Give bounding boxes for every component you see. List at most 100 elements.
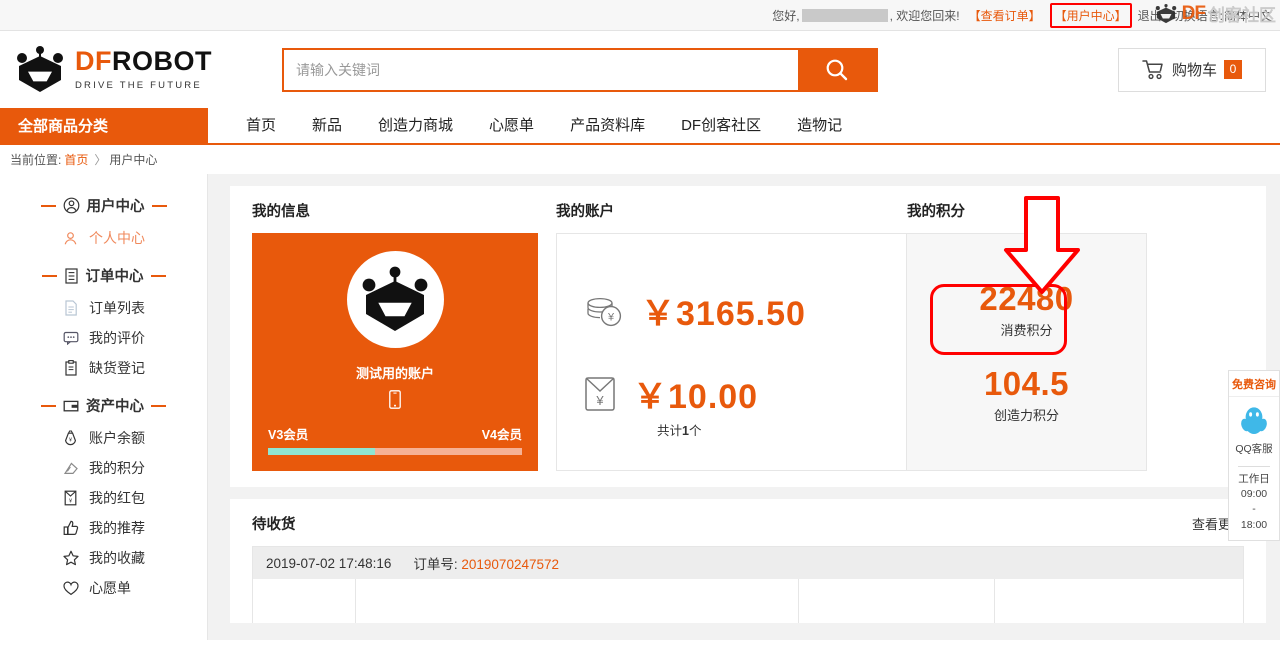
orders-table: 2019-07-02 17:48:16 订单号: 2019070247572 — [252, 546, 1244, 623]
username-text: 测试用的账户 — [355, 366, 434, 381]
sidebar-group-title: 订单中心 — [85, 269, 144, 285]
sidebar-group-order-center-header: 订单中心 — [0, 256, 207, 293]
balance-value: ￥3165.50 — [641, 295, 806, 333]
cart-count-badge: 0 — [1224, 60, 1242, 79]
order-number-value[interactable]: 2019070247572 — [461, 557, 559, 572]
sidebar-item-my-reviews[interactable]: 我的评价 — [0, 323, 207, 353]
wallet-icon — [63, 399, 79, 413]
sidebar-item-my-referrals[interactable]: 我的推荐 — [0, 513, 207, 543]
view-orders-link[interactable]: 【查看订单】 — [969, 7, 1041, 24]
site-header: DFROBOT DRIVE THE FUTURE 请输入关键词 购物车 0 — [0, 31, 1280, 108]
my-points-column: 我的积分 22480 消费积分 104.5 创造力积分 — [907, 200, 1147, 471]
shopping-cart-icon — [1142, 60, 1163, 80]
nav-item-community[interactable]: DF创客社区 — [663, 108, 779, 143]
pending-orders-title: 待收货 — [252, 517, 296, 533]
table-row: 2019-07-02 17:48:16 订单号: 2019070247572 — [253, 547, 1243, 579]
breadcrumb-home-link[interactable]: 首页 — [64, 151, 88, 168]
sidebar-group-user-center-header: 用户中心 — [0, 186, 207, 223]
language-switch-value[interactable]: 简体中文 — [1224, 7, 1272, 24]
consume-points-value: 22480 — [979, 280, 1074, 317]
logo-df-text: DF — [75, 46, 112, 76]
nav-item-new[interactable]: 新品 — [294, 108, 360, 143]
cart-area: 购物车 0 — [1118, 47, 1266, 92]
user-circle-icon — [63, 197, 80, 214]
avatar[interactable] — [346, 251, 444, 348]
greeting-text: 您好, — [772, 8, 800, 23]
nav-item-makerlog[interactable]: 造物记 — [779, 108, 860, 143]
top-utility-bar: 您好, , 欢迎您回来! 【查看订单】 【用户中心】 退出 切换语言: 简体中文… — [0, 0, 1280, 31]
star-icon — [62, 550, 79, 566]
logo-wordmark: DFROBOT DRIVE THE FUTURE — [75, 46, 212, 92]
page-body: 用户中心 个人中心 订单中心 订单列表 我的评价 缺货登记 资产中心 ¥ 账户余… — [0, 174, 1280, 640]
welcome-text: , 欢迎您回来! — [889, 8, 960, 23]
search-bar — [282, 47, 878, 92]
my-info-column: 我的信息 测试用的账户 V3会员 V4会员 — [252, 200, 538, 471]
sidebar-item-my-points[interactable]: 我的积分 — [0, 453, 207, 483]
cart-button[interactable]: 购物车 0 — [1118, 47, 1266, 92]
logo-tagline: DRIVE THE FUTURE — [75, 80, 202, 91]
dash-right — [151, 404, 166, 407]
breadcrumb-separator: 〉 — [94, 153, 107, 167]
sidebar-item-my-red-packet[interactable]: ¥ 我的红包 — [0, 483, 207, 513]
coupon-count-text: 共计1个 — [657, 424, 702, 438]
person-icon — [62, 231, 79, 246]
heart-icon — [62, 581, 79, 596]
qq-penguin-icon — [1241, 407, 1267, 434]
sidebar-item-label: 缺货登记 — [89, 360, 145, 376]
current-level-label: V3会员 — [268, 428, 309, 442]
coupon-row: ¥ ￥10.00 共计1个 — [583, 369, 906, 438]
next-level-label: V4会员 — [481, 428, 522, 442]
sidebar-item-wishlist[interactable]: 心愿单 — [0, 573, 207, 603]
consume-points-item: 22480 消费积分 — [979, 280, 1073, 339]
search-input[interactable] — [284, 49, 798, 90]
sidebar-group-title: 资产中心 — [86, 399, 144, 415]
user-center-link[interactable]: 【用户中心】 — [1049, 2, 1132, 28]
order-number-label: 订单号: — [413, 557, 458, 572]
sidebar-item-label: 我的红包 — [89, 490, 145, 506]
my-points-card: 22480 消费积分 104.5 创造力积分 — [907, 233, 1147, 471]
sidebar-item-order-list[interactable]: 订单列表 — [0, 293, 207, 323]
svg-text:¥: ¥ — [607, 311, 615, 323]
sidebar-group-asset-center: 资产中心 ¥ 账户余额 我的积分 ¥ 我的红包 我的推荐 我的收藏 心愿单 — [0, 386, 207, 603]
membership-levels: V3会员 V4会员 — [268, 424, 522, 443]
dash-left — [41, 274, 57, 277]
qq-service-button[interactable]: QQ客服 — [1229, 397, 1279, 466]
sidebar-item-label: 个人中心 — [89, 230, 145, 246]
all-categories-button[interactable]: 全部商品分类 — [0, 108, 208, 143]
coupon-value: ￥10.00 — [633, 378, 759, 416]
search-icon — [826, 59, 848, 80]
logout-link[interactable]: 退出 — [1138, 7, 1162, 24]
nav-item-wishlist[interactable]: 心愿单 — [471, 108, 552, 143]
sidebar-item-my-favorites[interactable]: 我的收藏 — [0, 543, 207, 573]
sidebar-item-account-balance[interactable]: ¥ 账户余额 — [0, 423, 207, 453]
svg-text:¥: ¥ — [69, 499, 73, 505]
qq-service-label: QQ客服 — [1235, 443, 1273, 455]
consume-points-label: 消费积分 — [1000, 323, 1053, 338]
dash-left — [41, 404, 56, 407]
svg-text:¥: ¥ — [69, 438, 72, 444]
sidebar-item-personal-center[interactable]: 个人中心 — [0, 223, 207, 253]
search-button[interactable] — [798, 49, 876, 90]
order-number-wrap: 订单号: 2019070247572 — [413, 553, 559, 573]
breadcrumb: 当前位置: 首页 〉 用户中心 — [0, 145, 1280, 174]
logo-robot-text: ROBOT — [112, 46, 212, 76]
main-navigation: 全部商品分类 首页 新品 创造力商城 心愿单 产品资料库 DF创客社区 造物记 — [0, 108, 1280, 145]
nav-item-docs[interactable]: 产品资料库 — [552, 108, 663, 143]
clipboard-icon — [62, 360, 79, 376]
table-row-body — [253, 579, 1243, 623]
overview-panel: 我的信息 测试用的账户 V3会员 V4会员 我的账户 ¥ ￥3165.50 ¥ … — [230, 186, 1266, 487]
membership-progress-fill — [268, 448, 375, 455]
sidebar-item-label: 账户余额 — [89, 430, 145, 446]
nav-item-mall[interactable]: 创造力商城 — [360, 108, 471, 143]
sidebar-group-asset-center-header: 资产中心 — [0, 386, 207, 423]
svg-text:¥: ¥ — [595, 393, 604, 408]
sidebar-item-stock-registration[interactable]: 缺货登记 — [0, 353, 207, 383]
nav-item-home[interactable]: 首页 — [228, 108, 294, 143]
points-icon — [62, 461, 79, 476]
dash-left — [40, 204, 56, 207]
sidebar-group-user-center: 用户中心 个人中心 — [0, 186, 207, 253]
site-logo[interactable]: DFROBOT DRIVE THE FUTURE — [14, 45, 282, 94]
time-end: 18:00 — [1240, 518, 1268, 531]
coin-bag-icon: ¥ — [62, 430, 79, 446]
order-datetime: 2019-07-02 17:48:16 — [266, 555, 392, 571]
